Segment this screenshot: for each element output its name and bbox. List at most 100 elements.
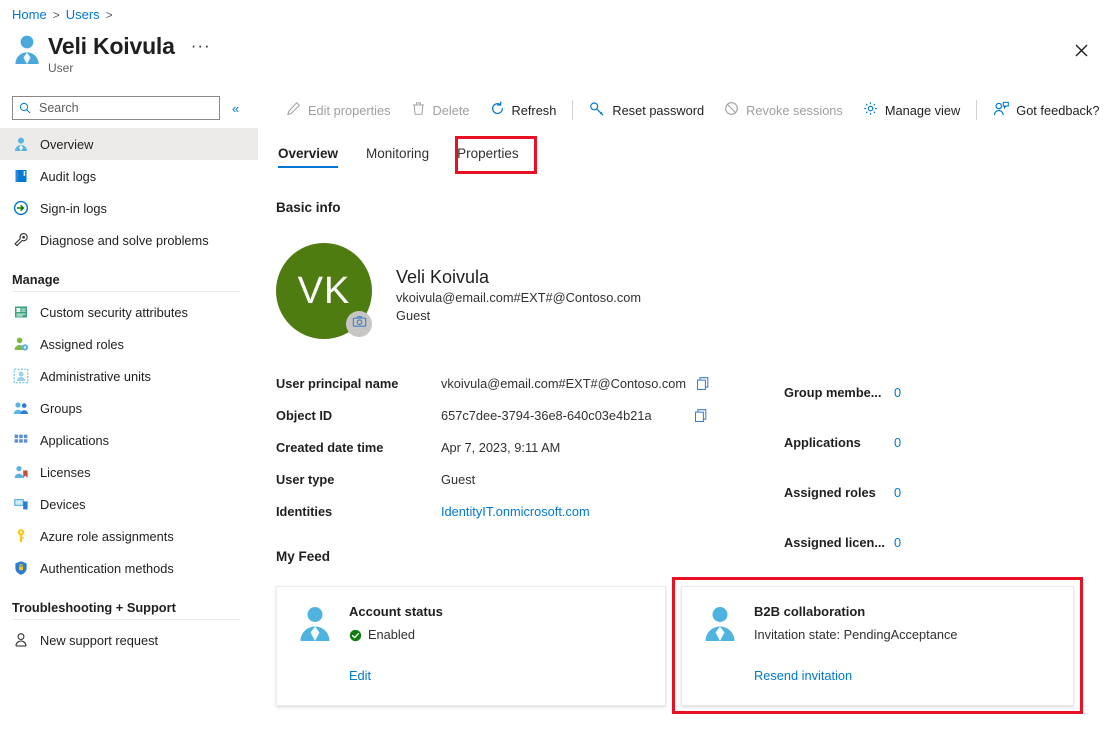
- sidebar-item-groups[interactable]: Groups: [0, 392, 258, 424]
- sidebar-item-authentication-methods[interactable]: Authentication methods: [0, 552, 258, 584]
- card-status: Enabled: [349, 626, 443, 644]
- gear-icon: [863, 101, 878, 119]
- stat-row-assigned-licenses: Assigned licen... 0: [784, 517, 901, 567]
- tab-overview[interactable]: Overview: [276, 140, 352, 168]
- delete-button[interactable]: Delete: [401, 94, 480, 126]
- detail-row-identities: Identities IdentityIT.onmicrosoft.com: [276, 495, 696, 527]
- search-input[interactable]: [37, 100, 213, 116]
- sidebar-item-assigned-roles[interactable]: Assigned roles: [0, 328, 258, 360]
- tab-properties[interactable]: Properties: [443, 140, 533, 168]
- breadcrumb: Home > Users >: [12, 6, 113, 24]
- command-label: Reset password: [612, 102, 705, 118]
- close-icon: [1075, 44, 1087, 56]
- sidebar-item-devices[interactable]: Devices: [0, 488, 258, 520]
- avatar: VK: [276, 243, 372, 339]
- sidebar-item-sign-in-logs[interactable]: Sign-in logs: [0, 192, 258, 224]
- command-label: Edit properties: [308, 102, 391, 118]
- card-action-link[interactable]: Resend invitation: [754, 668, 852, 683]
- card-status-text: Invitation state: PendingAcceptance: [754, 627, 958, 642]
- copy-icon[interactable]: [694, 408, 709, 423]
- stat-value[interactable]: 0: [894, 385, 901, 400]
- sidebar-item-overview[interactable]: Overview: [0, 128, 258, 160]
- pencil-icon: [286, 101, 301, 119]
- identity-block: VK Veli Koivula vkoivula@email.com#EXT#@…: [276, 243, 641, 339]
- card-title: Account status: [349, 604, 443, 619]
- sidebar-item-diagnose-and-solve-problems[interactable]: Diagnose and solve problems: [0, 224, 258, 256]
- sidebar-item-label: Authentication methods: [40, 560, 174, 576]
- detail-value: vkoivula@email.com#EXT#@Contoso.com: [441, 375, 687, 391]
- book-icon: [12, 167, 30, 185]
- feed-card-b2b-collaboration[interactable]: B2B collaboration Invitation state: Pend…: [681, 586, 1074, 706]
- sidebar-item-label: Licenses: [40, 464, 91, 480]
- stat-value[interactable]: 0: [894, 485, 901, 500]
- copy-icon[interactable]: [696, 376, 711, 391]
- tab-monitoring[interactable]: Monitoring: [352, 140, 443, 168]
- basic-info-heading: Basic info: [276, 200, 341, 215]
- person-icon: [700, 603, 740, 643]
- collapse-sidebar-button[interactable]: «: [232, 101, 239, 116]
- stat-value[interactable]: 0: [894, 535, 901, 550]
- sidebar-item-label: Devices: [40, 496, 86, 512]
- sidebar-item-licenses[interactable]: Licenses: [0, 456, 258, 488]
- breadcrumb-separator: >: [52, 8, 60, 22]
- stat-label: Assigned roles: [784, 484, 876, 500]
- close-blade-button[interactable]: [1067, 36, 1095, 64]
- sidebar-group-divider: [12, 291, 240, 292]
- detail-value: Apr 7, 2023, 9:11 AM: [441, 439, 561, 455]
- page-title: Veli Koivula: [48, 33, 175, 59]
- key-icon: [12, 527, 30, 545]
- sidebar-item-administrative-units[interactable]: Administrative units: [0, 360, 258, 392]
- sidebar-item-new-support-request[interactable]: New support request: [0, 624, 258, 656]
- manage-view-button[interactable]: Manage view: [853, 94, 970, 126]
- breadcrumb-item-home[interactable]: Home: [12, 6, 47, 24]
- sidebar-item-custom-security-attributes[interactable]: Custom security attributes: [0, 296, 258, 328]
- card-action-link[interactable]: Edit: [349, 668, 371, 683]
- stat-label: Assigned licen...: [784, 534, 885, 550]
- detail-row-object-id: Object ID 657c7dee-3794-36e8-640c03e4b21…: [276, 399, 706, 431]
- sidebar-item-label: Groups: [40, 400, 82, 416]
- reset-password-button[interactable]: Reset password: [579, 94, 714, 126]
- support-icon: [12, 631, 30, 649]
- stat-value[interactable]: 0: [894, 435, 901, 450]
- stat-row-assigned-roles: Assigned roles 0: [784, 467, 901, 517]
- search-box[interactable]: [12, 96, 220, 120]
- sidebar-item-label: Azure role assignments: [40, 528, 174, 544]
- detail-label: User type: [276, 471, 335, 487]
- sidebar-item-azure-role-assignments[interactable]: Azure role assignments: [0, 520, 258, 552]
- refresh-icon: [490, 101, 505, 119]
- more-actions-button[interactable]: ···: [187, 37, 215, 54]
- identity-user-type: Guest: [396, 308, 431, 323]
- refresh-button[interactable]: Refresh: [480, 94, 567, 126]
- detail-label: Object ID: [276, 407, 333, 423]
- user-icon: [12, 135, 30, 153]
- sidebar-item-label: Administrative units: [40, 368, 151, 384]
- block-icon: [724, 101, 739, 119]
- feed-card-account-status[interactable]: Account status Enabled Edit: [276, 586, 666, 706]
- search-icon: [19, 102, 31, 114]
- got-feedback-button[interactable]: Got feedback?: [983, 94, 1107, 126]
- command-separator: [976, 100, 978, 120]
- stat-row-group-memberships: Group membe... 0: [784, 367, 901, 417]
- camera-icon: [352, 314, 367, 334]
- page-subtitle: User: [48, 61, 74, 75]
- detail-row-user-principal-name: User principal name vkoivula@email.com#E…: [276, 367, 709, 399]
- sidebar-item-label: Diagnose and solve problems: [40, 232, 209, 248]
- feedback-icon: [993, 101, 1010, 120]
- card-title: B2B collaboration: [754, 604, 866, 619]
- detail-label: Created date time: [276, 439, 384, 455]
- my-feed-heading: My Feed: [276, 549, 331, 564]
- change-photo-button[interactable]: [346, 311, 372, 337]
- stat-row-applications: Applications 0: [784, 417, 901, 467]
- detail-value-link[interactable]: IdentityIT.onmicrosoft.com: [441, 504, 590, 519]
- breadcrumb-item-users[interactable]: Users: [66, 6, 100, 24]
- attributes-icon: [12, 303, 30, 321]
- detail-row-user-type: User type Guest: [276, 463, 696, 495]
- sidebar-item-applications[interactable]: Applications: [0, 424, 258, 456]
- revoke-sessions-button[interactable]: Revoke sessions: [714, 94, 853, 126]
- sidebar-item-audit-logs[interactable]: Audit logs: [0, 160, 258, 192]
- sidebar-item-label: Applications: [40, 432, 110, 448]
- edit-properties-button[interactable]: Edit properties: [276, 94, 401, 126]
- person-icon: [295, 603, 335, 643]
- stat-label: Group membe...: [784, 384, 882, 400]
- azure-user-overview-blade: Home > Users > Veli Koivula ··· User Sea…: [0, 0, 1107, 733]
